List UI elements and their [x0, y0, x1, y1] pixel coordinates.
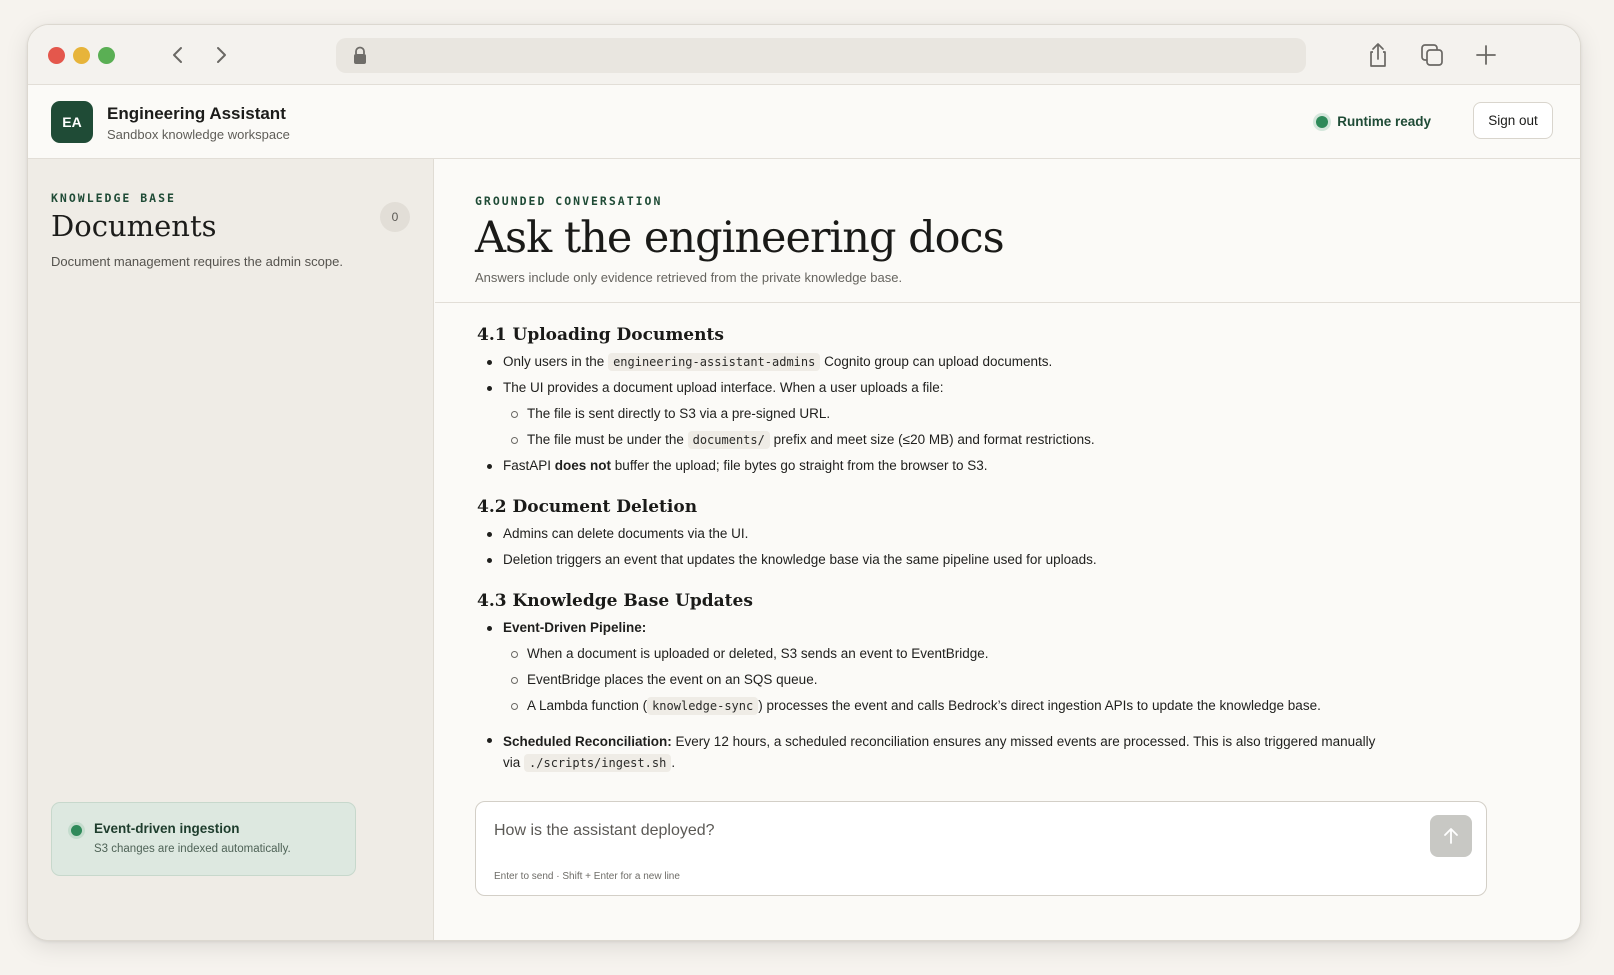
conversation-header: GROUNDED CONVERSATION Ask the engineerin…	[435, 159, 1580, 303]
list-item-text: The file must be under the	[527, 432, 684, 447]
plus-icon[interactable]	[1470, 39, 1502, 71]
answer-section: 4.3 Knowledge Base Updates Event-Driven …	[477, 591, 1537, 774]
page-subtitle: Answers include only evidence retrieved …	[475, 270, 903, 285]
list-item-text: A Lambda function (	[527, 698, 648, 713]
composer-hint: Enter to send · Shift + Enter for a new …	[494, 871, 680, 882]
list-item-text: .	[671, 755, 676, 770]
inline-code: knowledge-sync	[647, 697, 759, 715]
runtime-status-label: Runtime ready	[1337, 114, 1431, 129]
list-item: The UI provides a document upload interf…	[477, 379, 1537, 397]
sub-list-item: A Lambda function (knowledge-sync) proce…	[477, 697, 1537, 715]
arrow-up-icon	[1444, 828, 1458, 844]
admin-scope-note: Document management requires the admin s…	[51, 254, 343, 269]
emphasis: Scheduled Reconciliation:	[503, 734, 672, 749]
list-item: Deletion triggers an event that updates …	[477, 551, 1537, 569]
status-dot-icon	[1316, 115, 1329, 128]
runtime-status: Runtime ready	[1316, 114, 1431, 129]
list-item-text: Cognito group can upload documents.	[824, 354, 1053, 369]
message-input[interactable]	[494, 817, 1394, 845]
assistant-answer: 4.1 Uploading Documents Only users in th…	[477, 325, 1537, 796]
minimize-window-button[interactable]	[73, 47, 90, 64]
list-item-text: FastAPI	[503, 458, 552, 473]
app-subtitle: Sandbox knowledge workspace	[107, 127, 290, 142]
list-item: Admins can delete documents via the UI.	[477, 525, 1537, 543]
list-item-text: Only users in the	[503, 354, 605, 369]
ingestion-status-card: Event-driven ingestion S3 changes are in…	[51, 802, 356, 876]
browser-toolbar	[28, 25, 1580, 85]
emphasis: Event-Driven Pipeline:	[503, 620, 647, 635]
sub-list-item: The file must be under the documents/ pr…	[477, 431, 1537, 449]
browser-window: EA Engineering Assistant Sandbox knowled…	[27, 24, 1581, 941]
sub-list-item: When a document is uploaded or deleted, …	[477, 645, 1537, 663]
section-heading: 4.3 Knowledge Base Updates	[477, 591, 753, 611]
answer-section: 4.1 Uploading Documents Only users in th…	[477, 325, 1537, 475]
close-window-button[interactable]	[48, 47, 65, 64]
chevron-left-icon[interactable]	[163, 40, 193, 70]
status-dot-icon	[71, 825, 82, 836]
list-item: Scheduled Reconciliation: Every 12 hours…	[477, 731, 1377, 774]
list-item-text: buffer the upload; file bytes go straigh…	[614, 458, 988, 473]
inline-code: engineering-assistant-admins	[608, 353, 821, 371]
app-header: EA Engineering Assistant Sandbox knowled…	[28, 85, 1580, 159]
conversation-panel: GROUNDED CONVERSATION Ask the engineerin…	[435, 159, 1580, 940]
sidebar-title: Documents	[51, 209, 217, 243]
sidebar-eyebrow: KNOWLEDGE BASE	[51, 191, 176, 205]
address-bar[interactable]	[336, 38, 1306, 73]
sub-list-item: EventBridge places the event on an SQS q…	[477, 671, 1537, 689]
lock-icon	[351, 46, 369, 65]
maximize-window-button[interactable]	[98, 47, 115, 64]
inline-code: ./scripts/ingest.sh	[524, 754, 672, 772]
document-count-badge: 0	[380, 202, 410, 232]
sub-list-item: The file is sent directly to S3 via a pr…	[477, 405, 1537, 423]
list-item: Only users in the engineering-assistant-…	[477, 353, 1537, 371]
list-item-text: prefix and meet size (≤20 MB) and format…	[773, 432, 1095, 447]
ingestion-subtitle: S3 changes are indexed automatically.	[94, 843, 291, 855]
emphasis: does not	[554, 458, 612, 473]
share-icon[interactable]	[1362, 39, 1394, 71]
chevron-right-icon[interactable]	[206, 40, 236, 70]
message-composer: Enter to send · Shift + Enter for a new …	[475, 801, 1487, 896]
section-heading: 4.1 Uploading Documents	[477, 325, 724, 345]
page-title: Ask the engineering docs	[475, 213, 1005, 263]
answer-section: 4.2 Document Deletion Admins can delete …	[477, 497, 1537, 569]
conversation-eyebrow: GROUNDED CONVERSATION	[475, 194, 663, 208]
list-item-text: ) processes the event and calls Bedrock’…	[758, 698, 1321, 713]
inline-code: documents/	[687, 431, 770, 449]
app-logo: EA	[51, 101, 93, 143]
list-item: Event-Driven Pipeline:	[477, 619, 1537, 637]
send-button[interactable]	[1430, 815, 1472, 857]
tabs-icon[interactable]	[1416, 39, 1448, 71]
section-heading: 4.2 Document Deletion	[477, 497, 698, 517]
ingestion-title: Event-driven ingestion	[94, 821, 240, 836]
app-title: Engineering Assistant	[107, 104, 286, 123]
documents-sidebar: KNOWLEDGE BASE Documents 0 Document mana…	[28, 159, 434, 940]
sign-out-button[interactable]: Sign out	[1473, 102, 1553, 139]
list-item: FastAPI does not buffer the upload; file…	[477, 457, 1537, 475]
